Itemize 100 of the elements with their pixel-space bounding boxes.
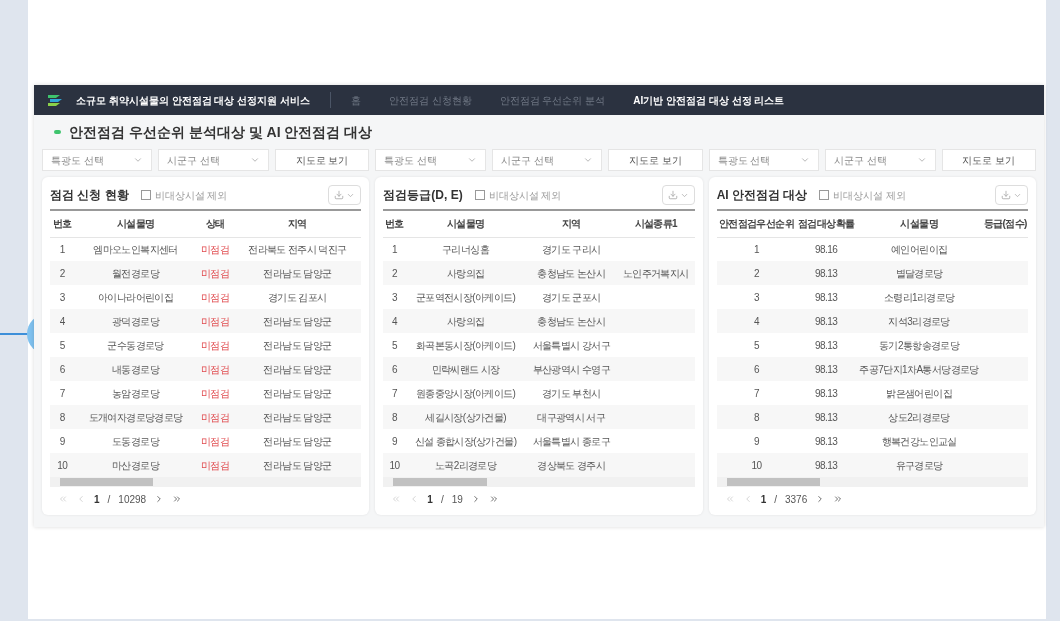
- table-cell: 6: [753, 363, 759, 375]
- table-cell: 경기도 부천시: [541, 387, 601, 399]
- table-cell: 10: [57, 459, 68, 471]
- table-cell: 전라남도 담양군: [263, 459, 332, 471]
- select-dropdown[interactable]: 시군구 선택: [158, 149, 269, 171]
- download-button[interactable]: [661, 185, 695, 205]
- table-cell: 경기도 김포시: [268, 291, 327, 303]
- table-cell: 4: [753, 315, 759, 327]
- column-header: 시설물명: [116, 218, 155, 230]
- column-header: 안전점검우선순위: [718, 218, 795, 230]
- table-cell: 98.13: [815, 459, 838, 471]
- select-dropdown[interactable]: 시군구 선택: [491, 149, 603, 171]
- table-cell: 미점검: [200, 459, 230, 471]
- table-cell: 지석3리경로당: [888, 315, 950, 327]
- table-cell: 전라남도 담양군: [263, 315, 332, 327]
- table-cell: 9: [391, 435, 397, 447]
- table-cell: 상도2리경로당: [888, 411, 950, 423]
- download-button[interactable]: [995, 185, 1028, 205]
- download-button[interactable]: [328, 185, 362, 205]
- title-bullet-icon: [54, 130, 61, 134]
- table-cell: 월전경로당: [112, 267, 160, 279]
- map-view-button[interactable]: 지도로 보기: [608, 149, 703, 171]
- table-cell: 4: [59, 315, 65, 327]
- last-page-icon[interactable]: [833, 494, 844, 504]
- table-cell: 구리너싱홈: [442, 243, 490, 255]
- exclude-checkbox[interactable]: 비대상시설 제외: [474, 187, 562, 203]
- nav-link[interactable]: 안전점검 우선순위 분석: [499, 92, 606, 108]
- table-cell: 농암경로당: [112, 387, 160, 399]
- exclude-checkbox[interactable]: 비대상시설 제외: [140, 187, 228, 203]
- column-header: 번호: [52, 218, 72, 230]
- page-separator: /: [107, 492, 111, 507]
- table-cell: 전라남도 담양군: [263, 339, 332, 351]
- table-cell: 미점검: [200, 243, 230, 255]
- first-page-icon[interactable]: [58, 494, 68, 504]
- horizontal-scrollbar[interactable]: [50, 477, 362, 487]
- table-cell: 8: [391, 411, 397, 423]
- table-cell: 98.13: [815, 435, 838, 447]
- table-cell: 신설 종합시장(상가건물): [414, 435, 517, 447]
- select-dropdown[interactable]: 특광도 선택: [375, 149, 486, 171]
- column-header: 시설물명: [900, 218, 938, 230]
- table-cell: 밝은샘어린이집: [886, 387, 953, 399]
- table-cell: 98.13: [815, 267, 838, 279]
- table-cell: 군포역전시장(아케이드): [415, 291, 516, 303]
- table-cell: 화곡본동시장(아케이드): [415, 339, 516, 351]
- table-cell: 98.13: [815, 411, 838, 423]
- table-cell: 광덕경로당: [112, 315, 160, 327]
- table-cell: 전라남도 담양군: [263, 363, 332, 375]
- download-icon: [334, 190, 345, 200]
- column-header: 점검대상확률: [797, 218, 855, 230]
- table-cell: 미점검: [200, 291, 230, 303]
- table-cell: 미점검: [200, 387, 230, 399]
- table-cell: 예인어린이집: [890, 243, 948, 255]
- table-cell: 6: [391, 363, 397, 375]
- map-view-button[interactable]: 지도로 보기: [941, 149, 1036, 171]
- chevron-down-icon: [249, 155, 260, 165]
- first-page-icon[interactable]: [724, 494, 735, 504]
- table-cell: 9: [753, 435, 759, 447]
- horizontal-scrollbar[interactable]: [716, 477, 1028, 487]
- table-cell: 2: [391, 267, 397, 279]
- table-cell: 엠마오노인복지센터: [93, 243, 178, 255]
- column-header: 시설물명: [446, 218, 485, 230]
- chevron-down-icon: [466, 155, 477, 165]
- page-title: 안전점검 우선순위 분석대상 및 AI 안전점검 대상: [69, 122, 373, 142]
- select-dropdown[interactable]: 특광도 선택: [42, 149, 153, 171]
- table-cell: 전라남도 담양군: [263, 411, 332, 423]
- table-cell: 2: [753, 267, 759, 279]
- nav-link[interactable]: 안전점검 신청현황: [388, 92, 472, 108]
- table-cell: 98.13: [815, 339, 838, 351]
- table-cell: 충청남도 논산시: [537, 315, 606, 327]
- table-cell: 98.13: [815, 387, 838, 399]
- table-cell: 전라북도 전주시 덕진구: [248, 243, 347, 255]
- current-page: 1: [427, 492, 433, 507]
- table-cell: 미점검: [200, 363, 230, 375]
- panel-title: AI 안전점검 대상: [716, 187, 808, 204]
- horizontal-scrollbar[interactable]: [383, 477, 695, 487]
- exclude-checkbox[interactable]: 비대상시설 제외: [819, 187, 907, 203]
- table-cell: 98.13: [815, 363, 838, 375]
- column-header: 등급(점수): [983, 218, 1027, 230]
- table-cell: 전라남도 담양군: [263, 435, 332, 447]
- table-cell: 경기도 구리시: [541, 243, 601, 255]
- select-dropdown[interactable]: 특광도 선택: [708, 149, 820, 171]
- first-page-icon[interactable]: [391, 494, 402, 504]
- table-cell: 미점검: [200, 339, 230, 351]
- previous-page-icon[interactable]: [76, 494, 86, 504]
- last-page-icon[interactable]: [488, 494, 499, 504]
- table-cell: 아이나라어린이집: [98, 291, 174, 303]
- last-page-icon[interactable]: [172, 494, 183, 504]
- table-cell: 노인주거복지시: [622, 267, 689, 279]
- table-cell: 행복건강노인교실: [881, 435, 957, 447]
- table-cell: 1: [59, 243, 65, 255]
- select-dropdown[interactable]: 시군구 선택: [825, 149, 936, 171]
- map-view-button[interactable]: 지도로 보기: [274, 149, 370, 171]
- table-cell: 2: [59, 267, 65, 279]
- table-cell: 3: [753, 291, 759, 303]
- table-cell: 미점검: [200, 435, 230, 447]
- nav-link[interactable]: AI기반 안전점검 대상 선정 리스트: [633, 92, 785, 108]
- table-cell: 10: [751, 459, 762, 471]
- table-cell: 9: [59, 435, 65, 447]
- table-cell: 5: [391, 339, 397, 351]
- table-cell: 98.13: [815, 291, 838, 303]
